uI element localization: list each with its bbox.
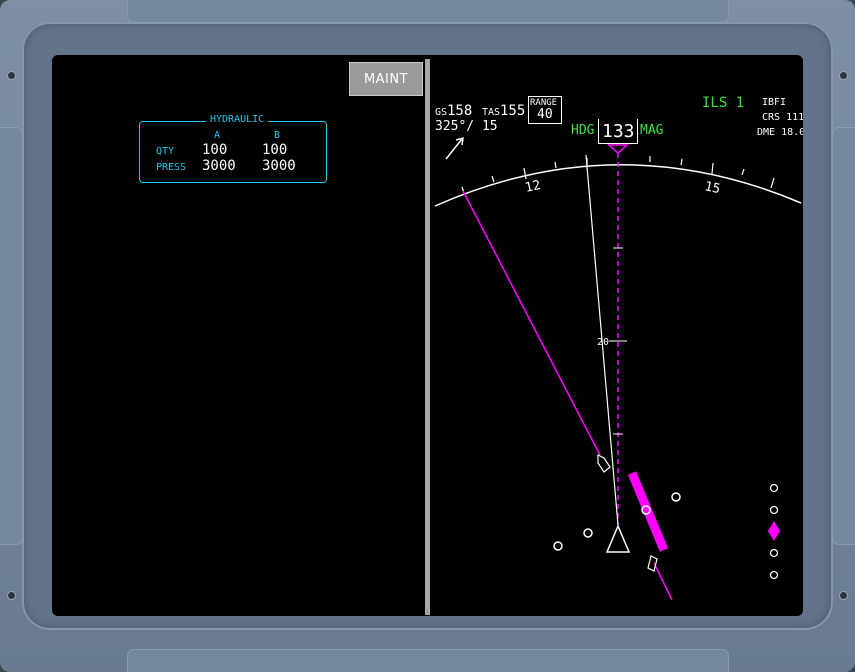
bezel-tab-left [0,128,22,544]
selected-heading-bug-icon [607,144,629,155]
bezel-tab-bottom [128,650,728,672]
course-line [462,190,601,456]
traffic-icon [647,555,658,572]
waypoint-icon [671,492,681,502]
waypoint-icon [553,541,563,551]
display-screen: MAINT HYDRAULIC A B QTY 100 100 PRESS 30… [52,55,803,616]
wind-arrow-icon [445,138,463,160]
runway-icon [627,471,669,552]
screw-icon [840,592,847,599]
screw-icon [8,592,15,599]
waypoint-icon [583,528,593,538]
nav-map-graphics: 12 15 20 [434,136,802,601]
compass-label-12: 12 [524,178,542,196]
bezel-tab-top [128,0,728,22]
own-aircraft-icon [605,524,631,553]
screw-icon [8,72,15,79]
glideslope-pointer-icon [768,521,780,541]
course-line-lower [653,562,673,601]
traffic-icon [597,454,611,473]
screw-icon [840,72,847,79]
compass-label-15: 15 [703,179,721,197]
bezel-tab-right [833,128,855,544]
